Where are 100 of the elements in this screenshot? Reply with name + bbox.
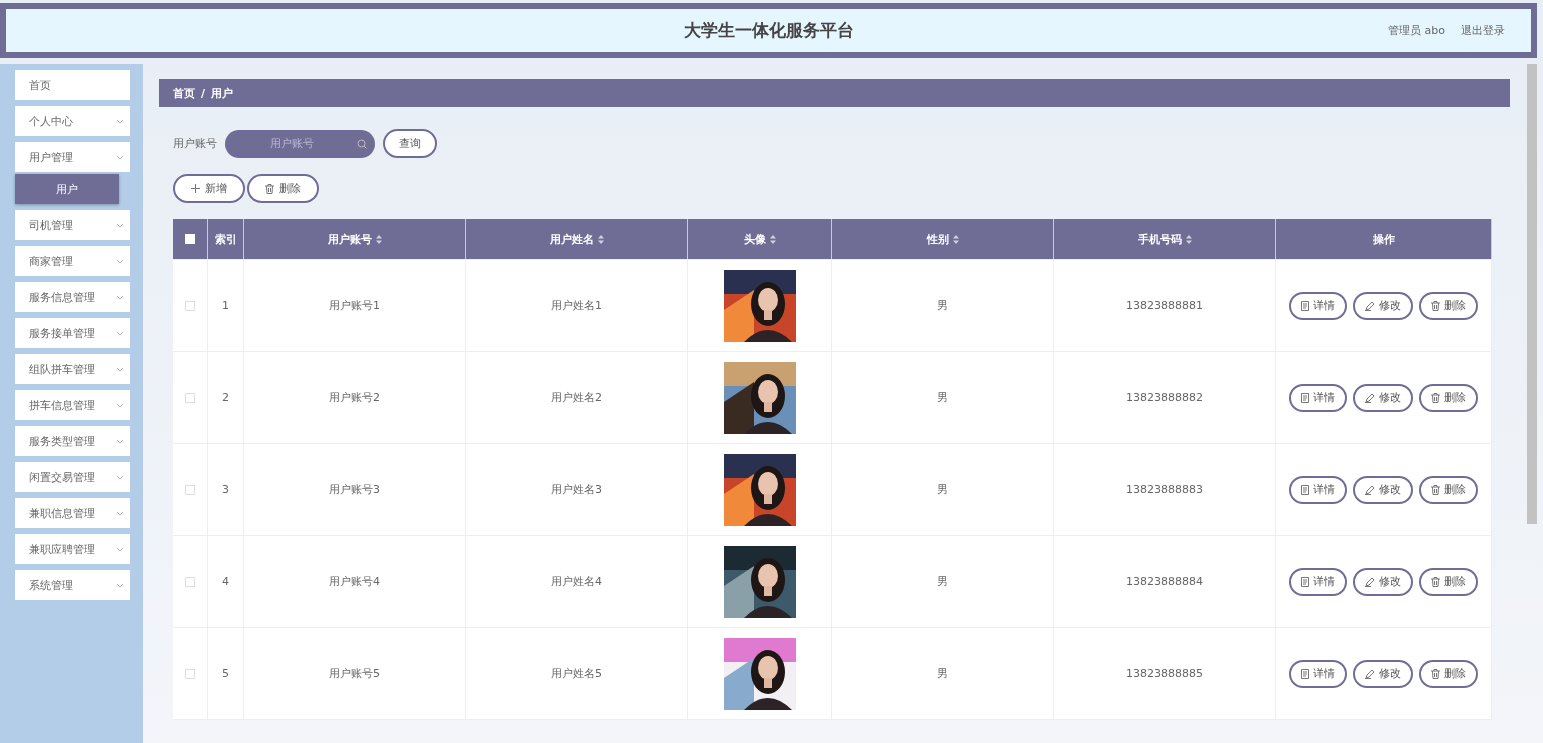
row-checkbox[interactable] xyxy=(185,484,195,495)
pencil-icon xyxy=(1365,668,1375,679)
detail-button[interactable]: 详情 xyxy=(1289,475,1347,504)
query-button[interactable]: 查询 xyxy=(383,129,437,158)
table-cell: 4 xyxy=(208,536,244,627)
delete-button[interactable]: 删除 xyxy=(247,174,319,203)
menu-item[interactable]: 闲置交易管理 xyxy=(15,462,130,492)
chevron-down-icon xyxy=(116,366,124,372)
table-cell: 3 xyxy=(208,444,244,535)
edit-button[interactable]: 修改 xyxy=(1353,567,1413,596)
column-header[interactable]: 用户账号 xyxy=(244,219,466,259)
row-checkbox[interactable] xyxy=(185,392,195,403)
table-cell: 1 xyxy=(208,260,244,351)
detail-button[interactable]: 详情 xyxy=(1289,567,1347,596)
menu-item[interactable]: 拼车信息管理 xyxy=(15,390,130,420)
table-cell: 男 xyxy=(832,444,1054,535)
table-cell: 用户姓名2 xyxy=(466,352,688,443)
detail-button[interactable]: 详情 xyxy=(1289,291,1347,320)
column-header: 索引 xyxy=(208,219,244,259)
menu-item[interactable]: 组队拼车管理 xyxy=(15,354,130,384)
column-header[interactable]: 性别 xyxy=(832,219,1054,259)
table-cell: 用户姓名1 xyxy=(466,260,688,351)
chevron-down-icon xyxy=(116,118,124,124)
menu-item[interactable]: 服务类型管理 xyxy=(15,426,130,456)
row-checkbox[interactable] xyxy=(185,576,195,587)
sort-icon xyxy=(952,234,959,244)
sort-icon xyxy=(375,234,382,244)
chevron-down-icon xyxy=(116,154,124,160)
app-title: 大学生一体化服务平台 xyxy=(683,19,854,42)
document-icon xyxy=(1301,576,1309,587)
document-icon xyxy=(1301,484,1309,495)
submenu-item[interactable]: 用户 xyxy=(15,174,119,204)
menu-item[interactable]: 服务接单管理 xyxy=(15,318,130,348)
chevron-down-icon xyxy=(116,402,124,408)
menu-item[interactable]: 司机管理 xyxy=(15,210,130,240)
chevron-down-icon xyxy=(116,582,124,588)
table-cell: 男 xyxy=(832,260,1054,351)
column-header[interactable]: 手机号码 xyxy=(1054,219,1276,259)
menu-item[interactable]: 服务信息管理 xyxy=(15,282,130,312)
trash-icon xyxy=(1431,668,1440,679)
pencil-icon xyxy=(1365,576,1375,587)
table-cell: 用户账号2 xyxy=(244,352,466,443)
menu-item[interactable]: 兼职信息管理 xyxy=(15,498,130,528)
chevron-down-icon xyxy=(116,222,124,228)
table-cell: 用户姓名3 xyxy=(466,444,688,535)
chevron-down-icon xyxy=(116,258,124,264)
column-header[interactable]: 头像 xyxy=(688,219,832,259)
menu-item[interactable]: 首页 xyxy=(15,70,130,100)
table-cell: 5 xyxy=(208,628,244,719)
select-all-checkbox[interactable] xyxy=(185,234,195,244)
table-cell: 13823888881 xyxy=(1054,260,1276,351)
chevron-down-icon xyxy=(116,510,124,516)
trash-icon xyxy=(1431,484,1440,495)
breadcrumb-item[interactable]: 用户 xyxy=(211,85,234,101)
detail-button[interactable]: 详情 xyxy=(1289,659,1347,688)
table-cell: 男 xyxy=(832,628,1054,719)
delete-button[interactable]: 删除 xyxy=(1419,383,1478,412)
scrollbar[interactable] xyxy=(1527,64,1537,524)
table-cell: 13823888884 xyxy=(1054,536,1276,627)
table-cell: 2 xyxy=(208,352,244,443)
breadcrumb-item[interactable]: 首页 xyxy=(173,85,195,101)
table-cell: 男 xyxy=(832,536,1054,627)
menu-item[interactable]: 用户管理 xyxy=(15,142,130,172)
pencil-icon xyxy=(1365,484,1375,495)
edit-button[interactable]: 修改 xyxy=(1353,291,1413,320)
search-field[interactable]: 用户账号 xyxy=(225,129,375,158)
delete-button[interactable]: 删除 xyxy=(1419,475,1478,504)
menu-item[interactable]: 个人中心 xyxy=(15,106,130,136)
table-cell: 用户姓名4 xyxy=(466,536,688,627)
column-header: 操作 xyxy=(1276,219,1492,259)
logout-link[interactable]: 退出登录 xyxy=(1461,23,1505,38)
table-cell: 13823888883 xyxy=(1054,444,1276,535)
detail-button[interactable]: 详情 xyxy=(1289,383,1347,412)
add-button[interactable]: 新增 xyxy=(173,174,245,203)
search-label: 用户账号 xyxy=(173,136,217,151)
edit-button[interactable]: 修改 xyxy=(1353,383,1413,412)
edit-button[interactable]: 修改 xyxy=(1353,475,1413,504)
row-checkbox[interactable] xyxy=(185,668,195,679)
menu-item[interactable]: 商家管理 xyxy=(15,246,130,276)
menu-item[interactable]: 系统管理 xyxy=(15,570,130,600)
user-label: 管理员 abo xyxy=(1388,23,1445,38)
trash-icon xyxy=(1431,392,1440,403)
table-cell: 用户账号1 xyxy=(244,260,466,351)
edit-button[interactable]: 修改 xyxy=(1353,659,1413,688)
document-icon xyxy=(1301,392,1309,403)
pencil-icon xyxy=(1365,300,1375,311)
table-cell: 13823888885 xyxy=(1054,628,1276,719)
column-header[interactable]: 用户姓名 xyxy=(466,219,688,259)
trash-icon xyxy=(1431,300,1440,311)
trash-icon xyxy=(1431,576,1440,587)
delete-button[interactable]: 删除 xyxy=(1419,567,1478,596)
menu-item[interactable]: 兼职应聘管理 xyxy=(15,534,130,564)
delete-button[interactable]: 删除 xyxy=(1419,291,1478,320)
search-icon xyxy=(357,138,367,149)
plus-icon xyxy=(191,184,200,193)
pencil-icon xyxy=(1365,392,1375,403)
row-checkbox[interactable] xyxy=(185,300,195,311)
chevron-down-icon xyxy=(116,294,124,300)
delete-button[interactable]: 删除 xyxy=(1419,659,1478,688)
chevron-down-icon xyxy=(116,546,124,552)
